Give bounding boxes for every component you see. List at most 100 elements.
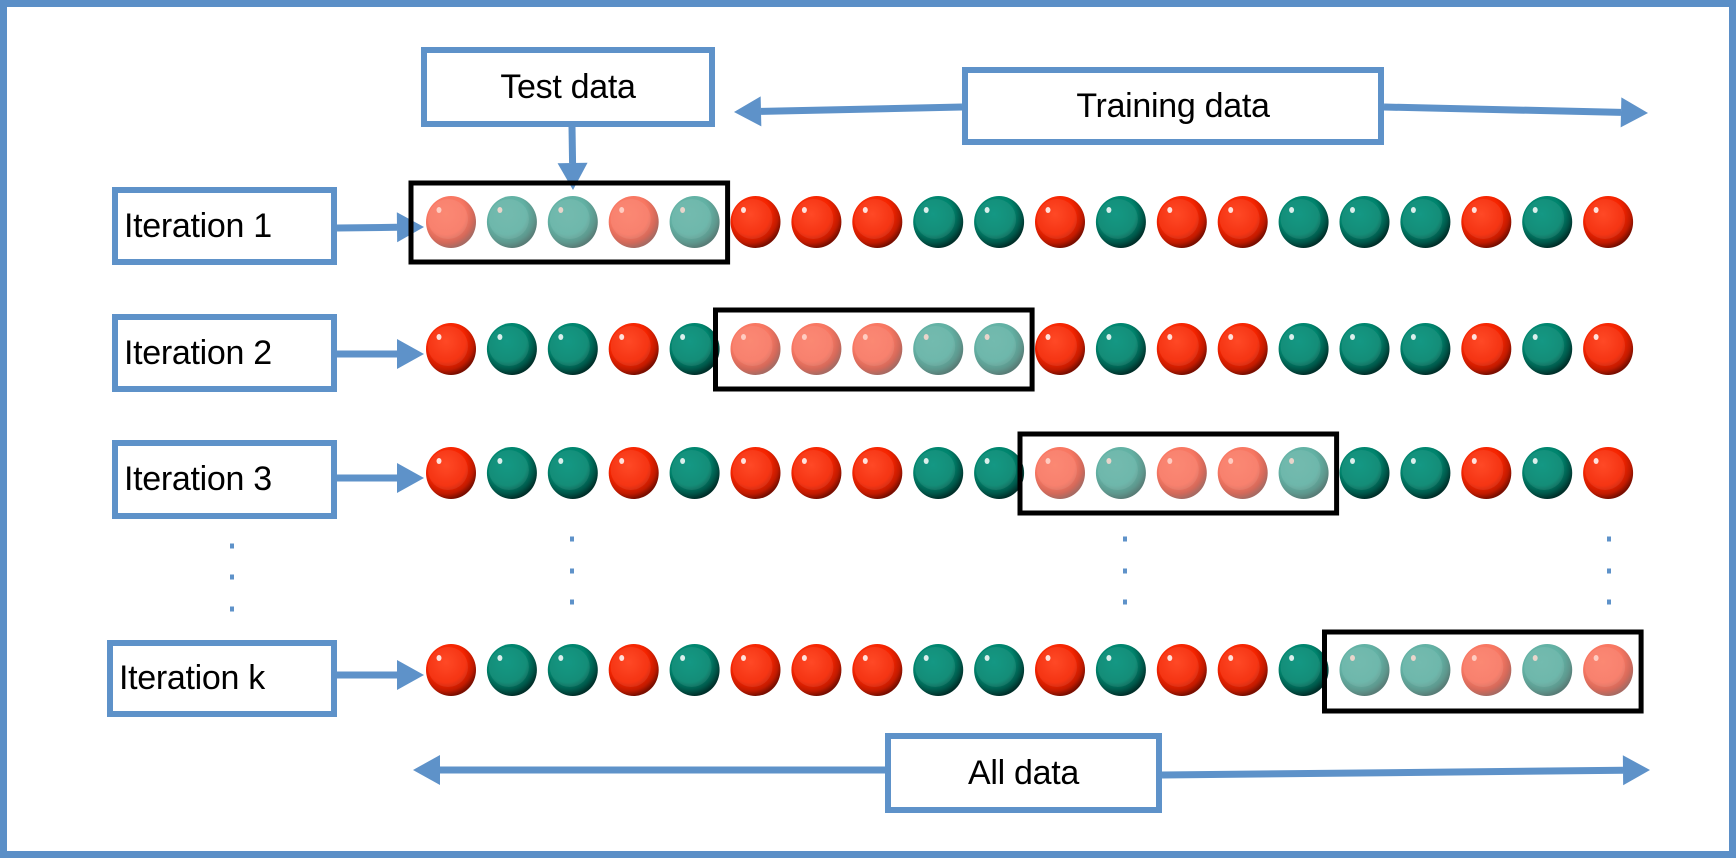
- sample-highlight: [1410, 655, 1416, 661]
- sample-shine: [1097, 199, 1138, 239]
- sample-shine: [732, 647, 773, 687]
- sample-highlight: [558, 207, 564, 213]
- sample-shine: [976, 450, 1017, 490]
- sample-shine: [1280, 199, 1321, 239]
- training-sample: [974, 447, 1025, 499]
- sample-highlight: [1167, 334, 1173, 340]
- test-sample: [1278, 447, 1329, 499]
- sample-shine: [976, 326, 1017, 366]
- sample-shine: [1037, 326, 1077, 366]
- sample-highlight: [1410, 207, 1416, 213]
- iteration-2-arrow: [337, 339, 424, 369]
- sample-highlight: [1045, 207, 1051, 213]
- all-data-right-arrow-shaft: [1161, 766, 1624, 779]
- training-sample: [1522, 323, 1573, 375]
- training-sample: [913, 644, 964, 696]
- training-sample: [1583, 196, 1634, 248]
- sample-shine: [732, 326, 773, 366]
- training-sample: [1156, 323, 1207, 375]
- training-sample: [1400, 323, 1451, 375]
- training-sample: [791, 447, 842, 499]
- sample-highlight: [801, 334, 807, 340]
- test-sample: [1217, 447, 1268, 499]
- sample-shine: [976, 647, 1017, 687]
- sample-highlight: [619, 655, 625, 661]
- iteration-4-arrow-arrowhead-icon: [397, 660, 424, 690]
- test-sample: [1400, 644, 1451, 696]
- test-sample: [974, 323, 1025, 375]
- test-sample: [1522, 644, 1573, 696]
- training-sample: [1035, 323, 1085, 375]
- sample-shine: [488, 450, 529, 490]
- sample-shine: [915, 326, 956, 366]
- training-sample: [1217, 323, 1268, 375]
- sample-highlight: [680, 655, 686, 661]
- sample-shine: [1158, 199, 1199, 239]
- sample-highlight: [1593, 334, 1599, 340]
- sample-shine: [1219, 450, 1260, 490]
- training-sample: [426, 447, 476, 499]
- sample-highlight: [436, 334, 442, 340]
- sample-shine: [915, 647, 956, 687]
- ellipsis-dot: [1123, 599, 1127, 605]
- training-sample: [1035, 196, 1085, 248]
- sample-shine: [1219, 199, 1260, 239]
- sample-highlight: [1471, 207, 1477, 213]
- training-sample: [1217, 644, 1268, 696]
- training-sample: [1339, 196, 1390, 248]
- sample-highlight: [801, 458, 807, 464]
- training-sample: [1095, 196, 1146, 248]
- sample-highlight: [862, 207, 868, 213]
- training-sample: [852, 447, 903, 499]
- sample-highlight: [558, 458, 564, 464]
- iteration-row: [426, 629, 1644, 714]
- sample-shine: [428, 326, 468, 366]
- training-sample: [852, 196, 903, 248]
- sample-highlight: [1350, 458, 1355, 464]
- sample-shine: [1097, 450, 1138, 490]
- test-sample: [1035, 447, 1085, 499]
- ellipsis-dots: [230, 536, 1611, 612]
- test-sample: [852, 323, 903, 375]
- training-sample: [1461, 447, 1512, 499]
- sample-shine: [488, 326, 529, 366]
- sample-highlight: [1106, 655, 1112, 661]
- training-right-arrow-arrowhead-icon: [1620, 97, 1648, 128]
- sample-highlight: [619, 334, 625, 340]
- training-sample: [547, 447, 598, 499]
- sample-shine: [854, 199, 895, 239]
- ellipsis-dot: [230, 543, 234, 549]
- sample-highlight: [862, 655, 868, 661]
- sample-shine: [1158, 647, 1199, 687]
- training-sample: [1278, 644, 1329, 696]
- sample-highlight: [1045, 655, 1051, 661]
- training-sample: [1583, 447, 1634, 499]
- test-sample: [426, 196, 476, 248]
- sample-highlight: [1228, 458, 1234, 464]
- sample-shine: [671, 647, 712, 687]
- sample-highlight: [741, 458, 746, 464]
- training-right-arrow-shaft: [1383, 103, 1622, 116]
- sample-highlight: [1471, 655, 1477, 661]
- ellipsis-dot: [570, 536, 574, 542]
- sample-shine: [428, 199, 468, 239]
- training-sample: [547, 644, 598, 696]
- sample-shine: [428, 647, 468, 687]
- training-sample: [1339, 323, 1390, 375]
- sample-shine: [1341, 450, 1382, 490]
- sample-shine: [1524, 647, 1565, 687]
- sample-highlight: [741, 334, 746, 340]
- sample-shine: [1097, 647, 1138, 687]
- sample-highlight: [801, 655, 807, 661]
- training-sample: [608, 447, 659, 499]
- all-data-right-arrow-arrowhead-icon: [1622, 755, 1650, 786]
- training-sample: [1339, 447, 1390, 499]
- ellipsis-dot: [570, 599, 574, 605]
- sample-highlight: [923, 458, 929, 464]
- sample-highlight: [1106, 207, 1112, 213]
- sample-highlight: [1228, 207, 1234, 213]
- sample-highlight: [1228, 655, 1234, 661]
- sample-highlight: [619, 458, 625, 464]
- ellipsis-dot: [1607, 599, 1611, 605]
- sample-highlight: [1167, 655, 1173, 661]
